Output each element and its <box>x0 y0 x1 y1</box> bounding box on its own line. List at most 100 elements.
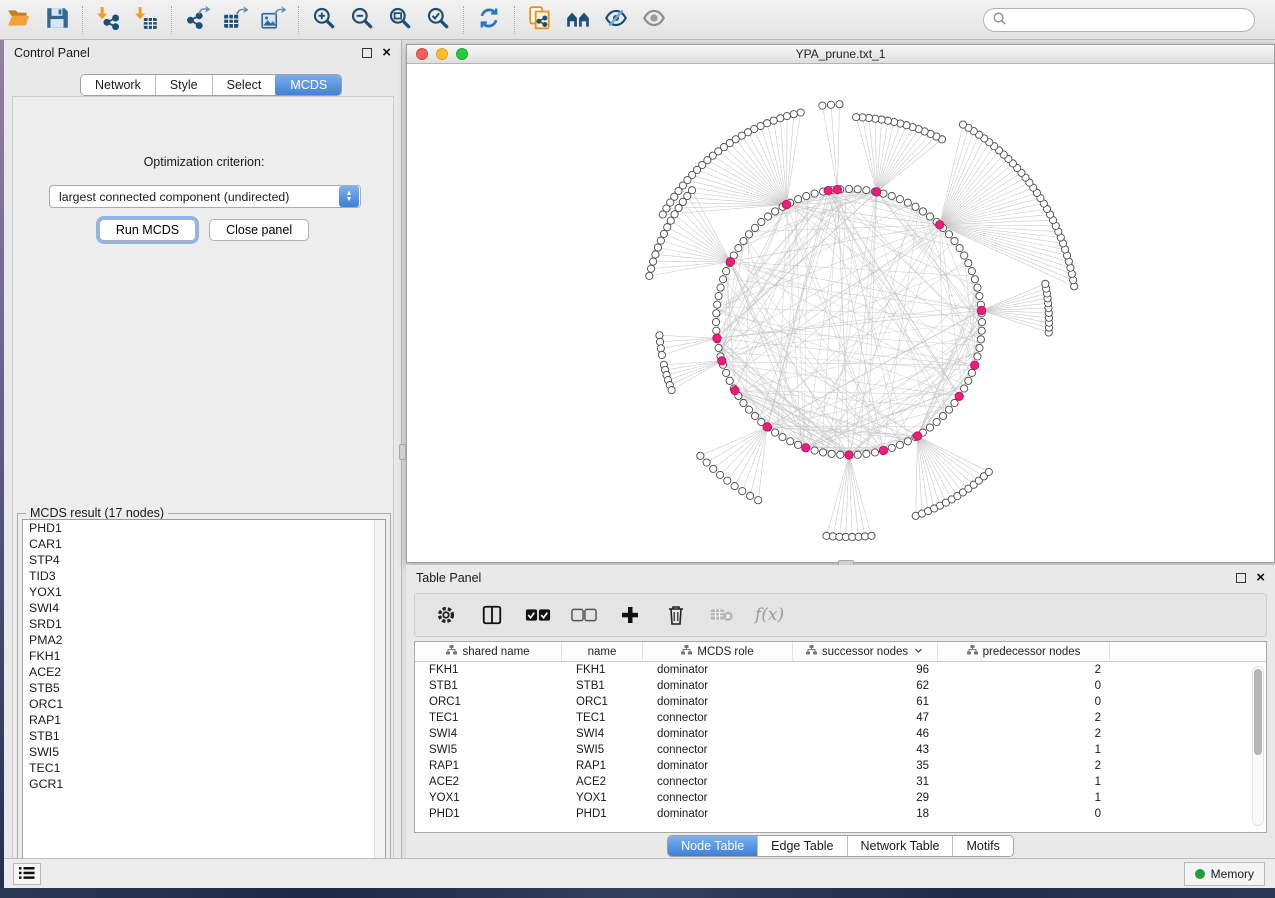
table-cell[interactable]: RAP1 <box>562 758 643 774</box>
save-button[interactable] <box>38 3 76 37</box>
table-cell[interactable]: 35 <box>793 758 938 774</box>
close-panel-icon[interactable]: × <box>382 48 391 58</box>
delete-table-button[interactable] <box>709 602 735 628</box>
first-neighbors-button[interactable] <box>559 3 597 37</box>
mcds-result-item[interactable]: GCR1 <box>23 776 385 792</box>
tab-select[interactable]: Select <box>213 75 277 95</box>
table-row[interactable]: SWI4SWI4dominator462 <box>415 726 1266 742</box>
optimization-criterion-select[interactable]: largest connected component (undirected)… <box>49 185 361 208</box>
table-cell[interactable]: SWI5 <box>562 742 643 758</box>
table-tab-network-table[interactable]: Network Table <box>848 836 954 856</box>
import-table-button[interactable] <box>127 3 165 37</box>
mcds-result-item[interactable]: ORC1 <box>23 696 385 712</box>
mcds-result-item[interactable]: PMA2 <box>23 632 385 648</box>
mcds-result-item[interactable]: STB1 <box>23 728 385 744</box>
table-cell[interactable]: ORC1 <box>562 694 643 710</box>
table-scrollbar-thumb[interactable] <box>1254 669 1262 755</box>
table-cell[interactable]: FKH1 <box>562 662 643 678</box>
table-cell[interactable]: TEC1 <box>562 710 643 726</box>
mcds-result-item[interactable]: SRD1 <box>23 616 385 632</box>
hide-selected-button[interactable] <box>597 3 635 37</box>
table-cell[interactable]: TEC1 <box>415 710 562 726</box>
column-header-MCDS-role[interactable]: MCDS role <box>643 642 793 661</box>
table-cell[interactable]: SWI4 <box>562 726 643 742</box>
table-row[interactable]: ORC1ORC1dominator610 <box>415 694 1266 710</box>
table-cell[interactable]: FKH1 <box>415 662 562 678</box>
mcds-result-list[interactable]: PHD1CAR1STP4TID3YOX1SWI4SRD1PMA2FKH1ACE2… <box>22 519 386 875</box>
mcds-result-item[interactable]: RAP1 <box>23 712 385 728</box>
table-row[interactable]: ACE2ACE2connector311 <box>415 774 1266 790</box>
export-network-button[interactable] <box>178 3 216 37</box>
table-cell[interactable]: YOX1 <box>562 790 643 806</box>
table-tab-node-table[interactable]: Node Table <box>668 836 758 856</box>
table-cell[interactable]: 43 <box>793 742 938 758</box>
table-row[interactable]: YOX1YOX1connector291 <box>415 790 1266 806</box>
column-header-successor-nodes[interactable]: successor nodes <box>793 642 938 661</box>
table-cell[interactable]: 2 <box>938 662 1110 678</box>
table-cell[interactable]: STB1 <box>415 678 562 694</box>
column-header-shared-name[interactable]: shared name <box>415 642 562 661</box>
export-table-button[interactable] <box>216 3 254 37</box>
show-all-button[interactable] <box>635 3 673 37</box>
table-cell[interactable]: PHD1 <box>415 806 562 822</box>
close-table-panel-icon[interactable]: × <box>1256 573 1265 583</box>
vertical-splitter-handle[interactable] <box>399 444 406 460</box>
table-cell[interactable]: connector <box>643 710 793 726</box>
export-image-button[interactable] <box>254 3 292 37</box>
table-row[interactable]: STB1STB1dominator620 <box>415 678 1266 694</box>
mcds-result-item[interactable]: STP4 <box>23 552 385 568</box>
select-all-rows-button[interactable] <box>525 602 551 628</box>
table-tab-motifs[interactable]: Motifs <box>953 836 1012 856</box>
table-cell[interactable]: ACE2 <box>562 774 643 790</box>
table-tab-edge-table[interactable]: Edge Table <box>758 836 847 856</box>
table-cell[interactable]: 46 <box>793 726 938 742</box>
open-button[interactable] <box>0 3 38 37</box>
table-row[interactable]: SWI5SWI5connector431 <box>415 742 1266 758</box>
list-scrollbar[interactable] <box>374 520 385 874</box>
table-cell[interactable]: PHD1 <box>562 806 643 822</box>
import-network-button[interactable] <box>89 3 127 37</box>
table-cell[interactable]: connector <box>643 774 793 790</box>
table-cell[interactable]: dominator <box>643 694 793 710</box>
mcds-result-item[interactable]: STB5 <box>23 680 385 696</box>
table-cell[interactable]: 96 <box>793 662 938 678</box>
table-cell[interactable]: 29 <box>793 790 938 806</box>
table-cell[interactable]: STB1 <box>562 678 643 694</box>
mcds-result-item[interactable]: ACE2 <box>23 664 385 680</box>
column-header-name[interactable]: name <box>562 642 643 661</box>
mcds-result-item[interactable]: TEC1 <box>23 760 385 776</box>
table-cell[interactable]: dominator <box>643 726 793 742</box>
table-cell[interactable]: dominator <box>643 662 793 678</box>
table-cell[interactable]: dominator <box>643 806 793 822</box>
delete-column-button[interactable] <box>663 602 689 628</box>
search-field[interactable] <box>983 8 1255 32</box>
mcds-result-item[interactable]: FKH1 <box>23 648 385 664</box>
zoom-selected-button[interactable] <box>419 3 457 37</box>
float-panel-icon[interactable] <box>362 48 372 58</box>
table-cell[interactable]: 0 <box>938 678 1110 694</box>
table-row[interactable]: PHD1PHD1dominator180 <box>415 806 1266 822</box>
network-canvas[interactable] <box>407 64 1274 562</box>
tab-mcds[interactable]: MCDS <box>275 74 342 96</box>
table-cell[interactable]: YOX1 <box>415 790 562 806</box>
table-cell[interactable]: SWI5 <box>415 742 562 758</box>
table-row[interactable]: RAP1RAP1dominator352 <box>415 758 1266 774</box>
table-cell[interactable]: 2 <box>938 726 1110 742</box>
column-header-predecessor-nodes[interactable]: predecessor nodes <box>938 642 1110 661</box>
table-cell[interactable]: 2 <box>938 758 1110 774</box>
table-cell[interactable]: 2 <box>938 710 1110 726</box>
table-cell[interactable]: dominator <box>643 758 793 774</box>
table-row[interactable]: FKH1FKH1dominator962 <box>415 662 1266 678</box>
mcds-result-item[interactable]: CAR1 <box>23 536 385 552</box>
mcds-result-item[interactable]: PHD1 <box>23 520 385 536</box>
table-cell[interactable]: 0 <box>938 694 1110 710</box>
table-cell[interactable]: 61 <box>793 694 938 710</box>
search-input[interactable] <box>1007 13 1246 27</box>
table-settings-button[interactable] <box>433 602 459 628</box>
mcds-result-item[interactable]: TID3 <box>23 568 385 584</box>
clone-network-button[interactable] <box>521 3 559 37</box>
tab-network[interactable]: Network <box>81 75 156 95</box>
table-cell[interactable]: 18 <box>793 806 938 822</box>
mcds-result-item[interactable]: YOX1 <box>23 584 385 600</box>
table-cell[interactable]: 1 <box>938 774 1110 790</box>
